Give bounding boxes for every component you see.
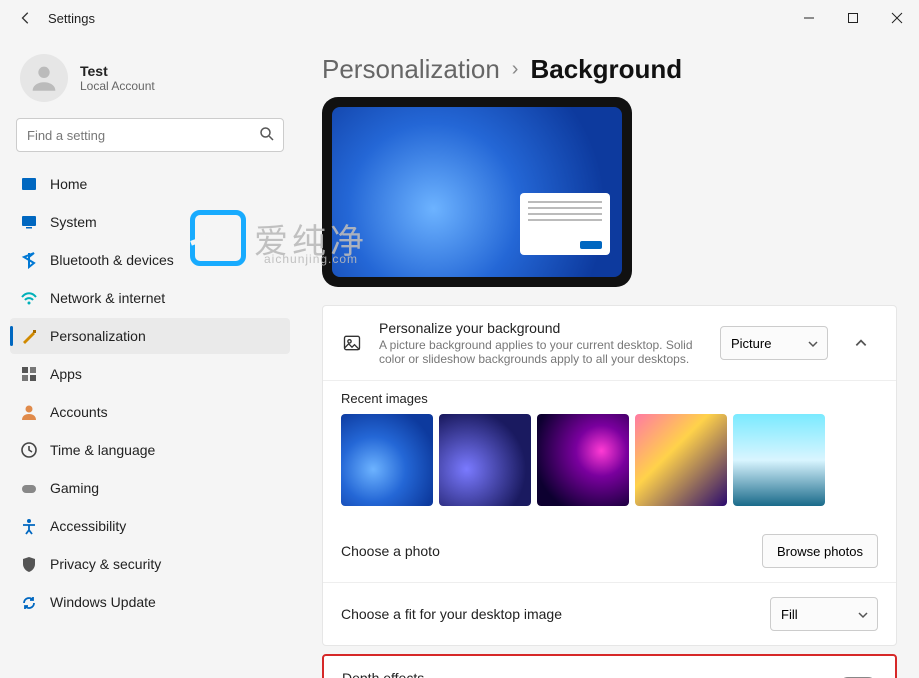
personalize-sub: A picture background applies to your cur…	[379, 338, 704, 366]
sidebar-item-accounts[interactable]: Accounts	[10, 394, 290, 430]
sidebar-item-update[interactable]: Windows Update	[10, 584, 290, 620]
background-type-select[interactable]: Picture	[720, 326, 828, 360]
update-icon	[20, 593, 38, 611]
fit-value: Fill	[781, 607, 798, 622]
browse-photos-button[interactable]: Browse photos	[762, 534, 878, 568]
window-controls	[787, 0, 919, 36]
bluetooth-icon	[20, 251, 38, 269]
sidebar-item-bluetooth[interactable]: Bluetooth & devices	[10, 242, 290, 278]
sidebar-item-label: Accounts	[50, 404, 108, 420]
chevron-up-icon	[854, 336, 868, 350]
titlebar: Settings	[0, 0, 919, 36]
sidebar-item-label: System	[50, 214, 97, 230]
avatar	[20, 54, 68, 102]
sidebar-item-label: Privacy & security	[50, 556, 161, 572]
user-name: Test	[80, 63, 155, 79]
chevron-right-icon: ›	[512, 58, 519, 81]
maximize-button[interactable]	[831, 0, 875, 36]
sidebar-item-time[interactable]: Time & language	[10, 432, 290, 468]
breadcrumb-parent[interactable]: Personalization	[322, 54, 500, 85]
sidebar-item-label: Apps	[50, 366, 82, 382]
network-icon	[20, 289, 38, 307]
personalization-icon	[20, 327, 38, 345]
recent-thumb-3[interactable]	[635, 414, 727, 506]
sidebar-item-home[interactable]: Home	[10, 166, 290, 202]
recent-thumb-2[interactable]	[537, 414, 629, 506]
back-button[interactable]	[8, 0, 44, 36]
close-button[interactable]	[875, 0, 919, 36]
sidebar-item-apps[interactable]: Apps	[10, 356, 290, 392]
expand-button[interactable]	[844, 326, 878, 360]
user-block[interactable]: Test Local Account	[10, 48, 290, 118]
sidebar-item-label: Personalization	[50, 328, 146, 344]
chevron-down-icon	[807, 339, 819, 349]
depth-effects-card: Depth effects When available, use AI to …	[322, 654, 897, 678]
desktop-preview	[322, 97, 632, 287]
sidebar-item-label: Bluetooth & devices	[50, 252, 174, 268]
recent-thumbs	[341, 414, 878, 506]
apps-icon	[20, 365, 38, 383]
accounts-icon	[20, 403, 38, 421]
user-account-type: Local Account	[80, 79, 155, 93]
recent-images-block: Recent images	[323, 381, 896, 520]
sidebar-item-privacy[interactable]: Privacy & security	[10, 546, 290, 582]
select-value: Picture	[731, 336, 771, 351]
sidebar-item-label: Time & language	[50, 442, 155, 458]
chevron-down-icon	[857, 610, 869, 620]
privacy-icon	[20, 555, 38, 573]
accessibility-icon	[20, 517, 38, 535]
recent-thumb-4[interactable]	[733, 414, 825, 506]
sidebar-item-label: Network & internet	[50, 290, 165, 306]
recent-images-title: Recent images	[341, 391, 878, 406]
time-icon	[20, 441, 38, 459]
search-input[interactable]	[16, 118, 284, 152]
recent-thumb-1[interactable]	[439, 414, 531, 506]
choose-photo-row: Choose a photo Browse photos	[323, 520, 896, 583]
window-title: Settings	[48, 11, 95, 26]
picture-icon	[341, 332, 363, 354]
breadcrumb: Personalization › Background	[322, 54, 897, 85]
sidebar: Test Local Account Home System Bluetooth &…	[0, 36, 300, 678]
personalize-row[interactable]: Personalize your background A picture ba…	[323, 306, 896, 381]
gaming-icon	[20, 479, 38, 497]
recent-thumb-0[interactable]	[341, 414, 433, 506]
home-icon	[20, 175, 38, 193]
choose-fit-label: Choose a fit for your desktop image	[341, 606, 754, 622]
search-icon	[258, 125, 276, 143]
choose-photo-label: Choose a photo	[341, 543, 746, 559]
sidebar-nav: Home System Bluetooth & devices Network & i…	[10, 166, 290, 620]
sidebar-item-label: Gaming	[50, 480, 99, 496]
sidebar-item-label: Accessibility	[50, 518, 126, 534]
page-title: Background	[530, 54, 682, 85]
choose-fit-row: Choose a fit for your desktop image Fill	[323, 583, 896, 645]
personalize-title: Personalize your background	[379, 320, 704, 336]
sidebar-item-personalization[interactable]: Personalization	[10, 318, 290, 354]
personalize-card: Personalize your background A picture ba…	[322, 305, 897, 646]
main-content: Personalization › Background Personalize…	[300, 36, 919, 678]
sidebar-item-accessibility[interactable]: Accessibility	[10, 508, 290, 544]
depth-effects-row: Depth effects When available, use AI to …	[324, 656, 895, 678]
search-wrap	[16, 118, 284, 152]
sidebar-item-network[interactable]: Network & internet	[10, 280, 290, 316]
sidebar-item-system[interactable]: System	[10, 204, 290, 240]
minimize-button[interactable]	[787, 0, 831, 36]
sidebar-item-gaming[interactable]: Gaming	[10, 470, 290, 506]
system-icon	[20, 213, 38, 231]
sidebar-item-label: Home	[50, 176, 87, 192]
fit-select[interactable]: Fill	[770, 597, 878, 631]
sidebar-item-label: Windows Update	[50, 594, 156, 610]
depth-effects-title: Depth effects	[342, 670, 796, 678]
